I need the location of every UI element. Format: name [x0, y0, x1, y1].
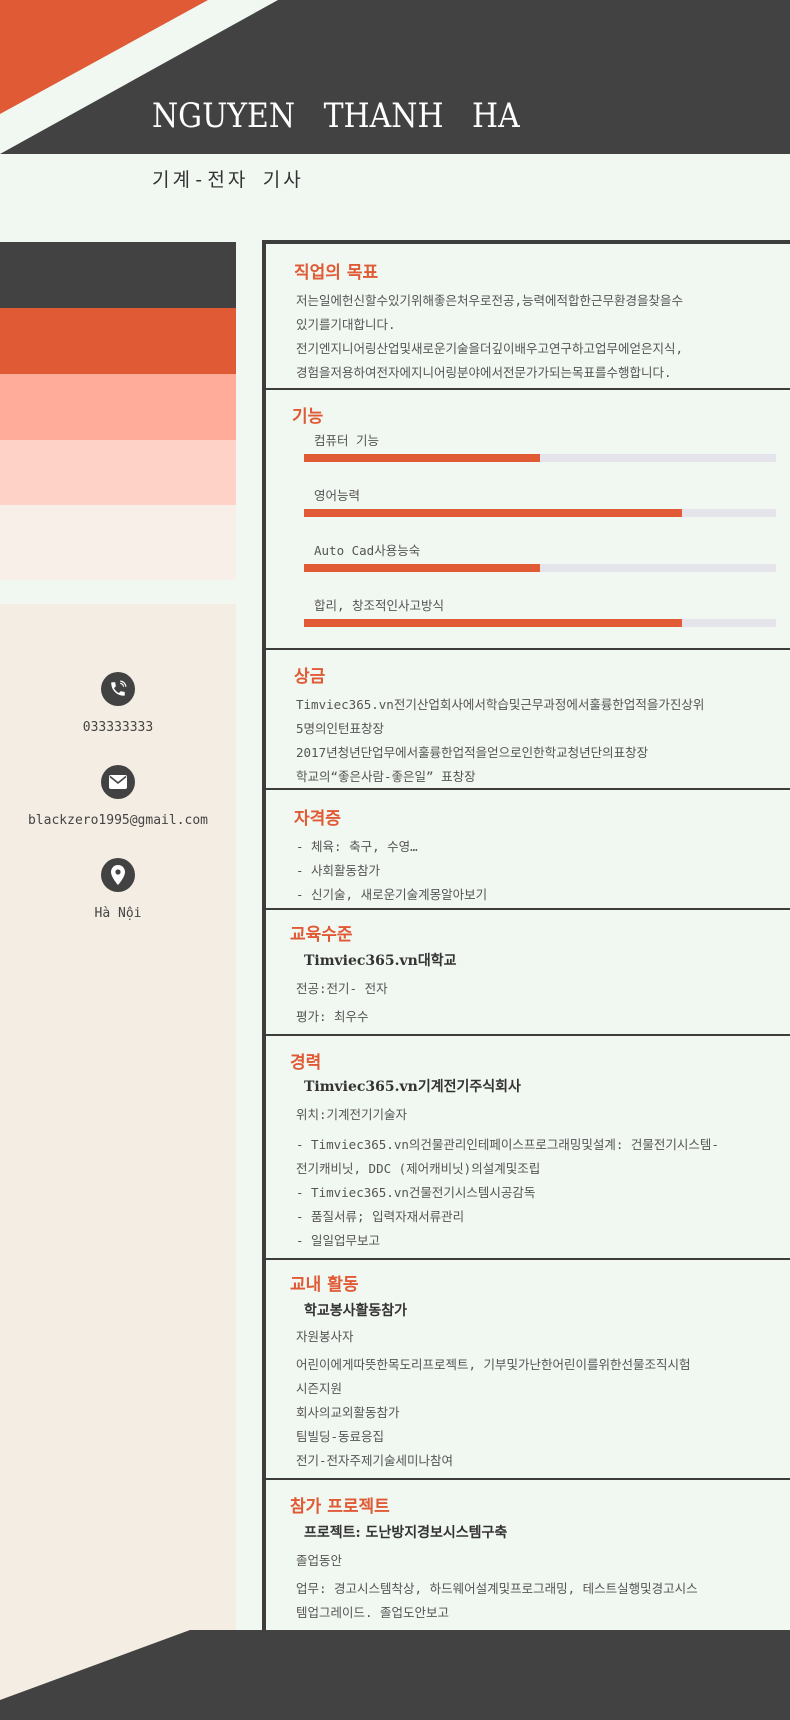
job-title: 기계-전자 기사: [152, 169, 304, 191]
award-line: 2017년청년단업무에서훌륭한업적을얻으로인한학교청년단의표창장: [296, 745, 649, 760]
education-school: Timviec365.vn대학교: [304, 953, 457, 969]
skill-bar-fill: [304, 564, 540, 572]
section-divider: [266, 1258, 790, 1260]
skill-label: 영어능력: [314, 488, 361, 503]
experience-line: - 일일업무보고: [296, 1233, 381, 1248]
address: Hà Nội: [94, 906, 142, 921]
skill-label: 합리, 창조적인사고방식: [314, 598, 445, 613]
skill-bar-fill: [304, 454, 540, 462]
contact-email: blackzero1995@gmail.com: [0, 765, 236, 828]
stripe-2: [0, 308, 236, 374]
experience-title: 경력: [290, 1053, 322, 1073]
skill-bar: [304, 509, 776, 517]
award-line: Timviec365.vn전기산업회사에서학습및근무과정에서훌륭한업적을가진상위: [296, 697, 705, 712]
activity-line: 시즌지원: [296, 1381, 343, 1396]
certificate-line: - 체육: 축구, 수영…: [296, 839, 418, 854]
objective-title: 직업의 목표: [294, 263, 379, 283]
activity-line: 어린이에게따뜻한목도리프로젝트, 기부및가난한어린이를위한선물조직시험: [296, 1357, 691, 1372]
certificate-line: - 사회활동참가: [296, 863, 381, 878]
section-divider: [266, 908, 790, 910]
activities-org: 학교봉사활동참가: [304, 1303, 408, 1319]
skill-bar-fill: [304, 509, 682, 517]
experience-line: 전기캐비닛, DDC (제어캐비닛)의설계및조립: [296, 1161, 541, 1176]
project-name: 프로젝트: 도난방지경보시스템구축: [304, 1525, 508, 1541]
award-line: 5명의인턴표창장: [296, 721, 385, 736]
main-content: 직업의 목표 저는일에헌신할수있기위해좋은처우로전공,능력에적합한근무환경을찾을…: [262, 240, 790, 1632]
awards-title: 상금: [294, 667, 326, 687]
footer-banner: [0, 1630, 790, 1720]
experience-line: - Timviec365.vn의건물관리인테페이스프로그래밍및설계: 건물전기시…: [296, 1137, 719, 1152]
activity-line: 전기-전자주제기술세미나참여: [296, 1453, 454, 1468]
section-divider: [266, 388, 790, 390]
section-divider: [266, 1478, 790, 1480]
certificates-title: 자격증: [294, 809, 341, 829]
candidate-name: NGUYEN THANH HA: [152, 96, 520, 136]
education-line: 전공:전기- 전자: [296, 981, 388, 996]
activity-line: 회사의교외활동참가: [296, 1405, 400, 1420]
award-line: 학교의“좋은사람-좋은일” 표창장: [296, 769, 476, 784]
stripe-1: [0, 242, 236, 308]
skill-bar: [304, 564, 776, 572]
projects-title: 참가 프로젝트: [290, 1497, 390, 1517]
stripe-5: [0, 505, 236, 580]
skill-bar: [304, 454, 776, 462]
experience-line: - Timviec365.vn건물전기시스템시공감독: [296, 1185, 536, 1200]
education-title: 교육수준: [290, 925, 353, 945]
objective-line: 저는일에헌신할수있기위해좋은처우로전공,능력에적합한근무환경을찾을수: [296, 293, 684, 308]
experience-line: - 품질서류; 입력자재서류관리: [296, 1209, 465, 1224]
objective-line: 있기를기대합니다.: [296, 317, 396, 332]
objective-line: 전기엔지니어링산업및새로운기술을더깊이배우고연구하고업무에얻은지식,: [296, 341, 684, 356]
section-divider: [266, 788, 790, 790]
certificate-line: - 신기술, 새로운기술계몽알아보기: [296, 887, 488, 902]
education-line: 평가: 최우수: [296, 1009, 369, 1024]
skill-bar: [304, 619, 776, 627]
skill-label: Auto Cad사용능숙: [314, 543, 421, 558]
activities-title: 교내 활동: [290, 1275, 359, 1295]
mail-icon: [101, 765, 135, 799]
activity-line: 팀빌딩-동료응집: [296, 1429, 385, 1444]
project-line: 업무: 경고시스템착상, 하드웨어설계및프로그래밍, 테스트실행및경고시스: [296, 1581, 698, 1596]
section-divider: [266, 1034, 790, 1036]
phone-number: 033333333: [82, 720, 154, 735]
skill-bar-fill: [304, 619, 682, 627]
stripe-4: [0, 440, 236, 505]
phone-icon: [101, 672, 135, 706]
activities-role: 자원봉사자: [296, 1329, 354, 1344]
contact-address: Hà Nội: [0, 858, 236, 921]
contact-phone: 033333333: [0, 672, 236, 735]
location-icon: [101, 858, 135, 892]
section-divider: [266, 648, 790, 650]
email-address: blackzero1995@gmail.com: [27, 813, 208, 828]
stripe-3: [0, 374, 236, 440]
project-line: 템업그레이드. 졸업도안보고: [296, 1605, 450, 1620]
experience-company: Timviec365.vn기계전기주식회사: [304, 1079, 521, 1095]
experience-position: 위치:기계전기기술자: [296, 1107, 408, 1122]
skill-label: 컴퓨터 기능: [314, 433, 380, 448]
objective-line: 경험을저용하여전자에지니어링분야에서전문가가되는목표를수행합니다.: [296, 365, 672, 380]
skills-title: 기능: [292, 407, 324, 427]
project-period: 졸업동안: [296, 1553, 343, 1568]
